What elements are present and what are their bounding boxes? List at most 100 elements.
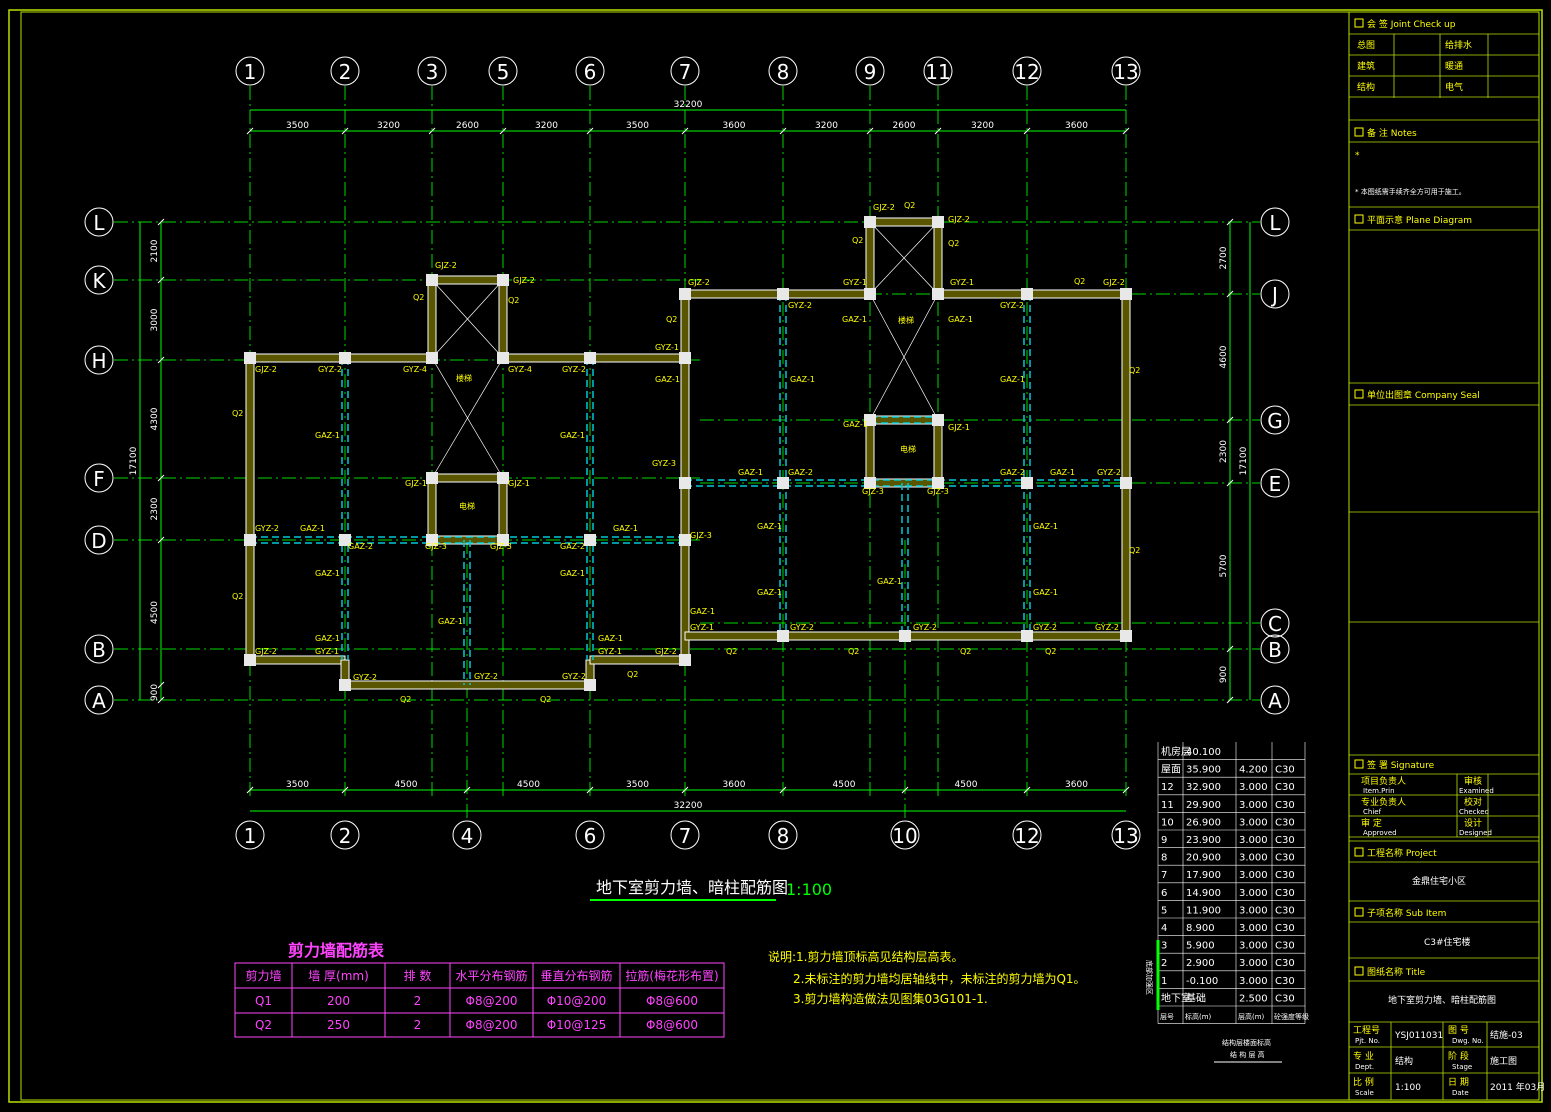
tb-sig-en: Chief [1363,808,1382,816]
column-27 [1120,630,1132,642]
column-18 [1021,288,1033,300]
wall-tag-gyz2: GYZ-2 [353,673,377,682]
tb-jc-cell: 电气 [1445,81,1463,93]
wall-tag-gyz2: GYZ-2 [1033,623,1057,632]
wall-v-3-stair [427,279,437,359]
dim-top-seg: 2600 [456,121,479,131]
tb-info-label-2: 日 期 [1448,1077,1469,1088]
column-30 [864,216,876,228]
tb-joint-check: 会 签 Joint Check up [1367,18,1456,30]
axis-label-bottom-10: 10 [892,824,917,848]
tb-sub-head-box [1354,907,1364,917]
axis-label-top-12: 12 [1014,60,1039,84]
dim-top-seg: 3200 [971,121,994,131]
wall-tag-gyz2: GYZ-2 [913,623,937,632]
rebar-table: 剪力墙配筋表 剪力墙 墙 厚(mm) 排 数 水平分布钢筋 垂直分布钢筋 拉筋(梅花形布置… [234,941,725,1038]
dim-bottom-seg: 3600 [723,780,746,790]
tb-dwg-name: 地下室剪力墙、暗柱配筋图 [1388,994,1496,1006]
column-2 [426,352,438,364]
dim-bottom-seg: 3500 [626,780,649,790]
wall-h-K-stair [431,275,504,285]
level-cell: 10 [1161,817,1174,828]
tb-notes-head-box [1354,127,1364,137]
axis-label-top-13: 13 [1113,60,1138,84]
wall-tag-gyz1: GYZ-1 [655,343,679,352]
tb-info-label: 工程号 [1353,1025,1380,1036]
rebar-cell: Φ10@200 [547,994,607,1008]
wall-tag-gyz2: GYZ-2 [255,524,279,533]
axis-label-left-F: F [93,467,105,491]
wall-tag-q2: Q2 [726,647,737,656]
wall-tag-gyz2: GYZ-2 [790,623,814,632]
wall-tag-gaz1: GAZ-1 [560,431,585,440]
level-cell: 屋面 [1161,764,1181,776]
wall-tag-gaz1: GAZ-1 [1000,375,1025,384]
dim-left-seg: 2100 [150,239,160,262]
level-cell: 3.000 [1239,976,1268,987]
level-cell: 32.900 [1186,782,1221,793]
axis-label-bottom-1: 1 [244,824,257,848]
wall-tag-gyz2: GYZ-2 [788,301,812,310]
tb-seal-head-box [1354,389,1364,399]
dim-right-seg: 2700 [1219,246,1229,269]
rebar-table-title: 剪力墙配筋表 [288,941,385,960]
wall-tag-gaz1: GAZ-1 [1033,588,1058,597]
column-24 [777,630,789,642]
tb-info-label: 专 业 [1353,1050,1374,1062]
wall-h-B-mid [589,655,686,665]
rebar-cell: Q1 [255,994,272,1008]
dim-right-seg: 2300 [1219,440,1229,463]
tb-info-label-en: Scale [1355,1089,1374,1097]
wall-tag-gjz2: GJZ-2 [655,647,677,656]
tb-info-label-en-2: Dwg. No. [1452,1037,1484,1045]
level-cell: 29.900 [1186,800,1221,811]
tb-sig-cn2: 设计 [1464,817,1482,829]
level-cell: C30 [1275,923,1295,934]
level-cell: 3.000 [1239,923,1268,934]
cad-drawing-canvas: 1 2 3 5 6 7 8 9 11 12 131 2 4 6 7 8 10 12 13LKHFDBALJGECBA… [8,9,1545,1103]
axis-label-left-L: L [93,211,105,235]
wall-tag-q2: Q2 [232,592,243,601]
axis-label-right-L: L [1269,211,1281,235]
note-line-3: 3.剪力墙构造做法见图集03G101-1. [793,991,988,1006]
wall-tag-gaz1: GAZ-1 [613,524,638,533]
tb-info-value: YSJ011031 [1394,1031,1443,1041]
level-cell: 3.000 [1239,782,1268,793]
axis-label-top-5: 5 [497,60,510,84]
tb-notes-line-text: * 本图纸需手续齐全方可用于施工。 [1355,187,1466,196]
tb-sig-en2: Designed [1459,829,1492,837]
rebar-cell: Φ8@200 [466,1018,518,1032]
rebar-cell: 2 [414,1018,422,1032]
rebar-cell: Φ8@600 [646,1018,698,1032]
tb-seal-head: 单位出图章 Company Seal [1367,389,1480,401]
axis-label-right-C: C [1268,612,1282,636]
dim-bottom-seg: 3500 [286,780,309,790]
column-13 [679,654,691,666]
level-cell: 14.900 [1186,888,1221,899]
column-5 [679,352,691,364]
tb-info-label-2: 阶 段 [1448,1050,1469,1062]
rebar-header: 墙 厚(mm) [308,969,369,983]
wall-tag-gjz1: GJZ-1 [508,479,530,488]
axis-label-left-A: A [92,689,106,713]
level-cell: C30 [1275,870,1295,881]
level-cell: 4.200 [1239,765,1268,776]
tb-sig-head-box [1354,759,1364,769]
wall-tag-gjz3: GJZ-3 [862,487,884,496]
level-cell: 4 [1161,923,1167,934]
level-caption-1: 结构层楼面标高 [1222,1038,1271,1047]
wall-tag-q2: Q2 [666,315,677,324]
title-block: 会 签 Joint Check up 总图 给排水建筑 暖通结构 电气备 注 Notes… [1348,12,1545,1100]
wall-tag-gjz2: GJZ-2 [513,276,535,285]
level-footer: 标高(m) [1185,1012,1212,1021]
column-3 [497,352,509,364]
level-cell: 20.900 [1186,853,1221,864]
rebar-header: 垂直分布钢筋 [540,968,612,983]
level-cell: 40.100 [1186,747,1221,758]
axis-label-bottom-12: 12 [1014,824,1039,848]
wall-tag-gaz1: GAZ-1 [877,577,902,586]
rebar-header: 水平分布钢筋 [455,968,527,983]
wall-tag-gaz2: GAZ-2 [788,468,813,477]
level-cell: 6 [1161,888,1167,899]
level-footer: 层高(m) [1238,1012,1265,1021]
